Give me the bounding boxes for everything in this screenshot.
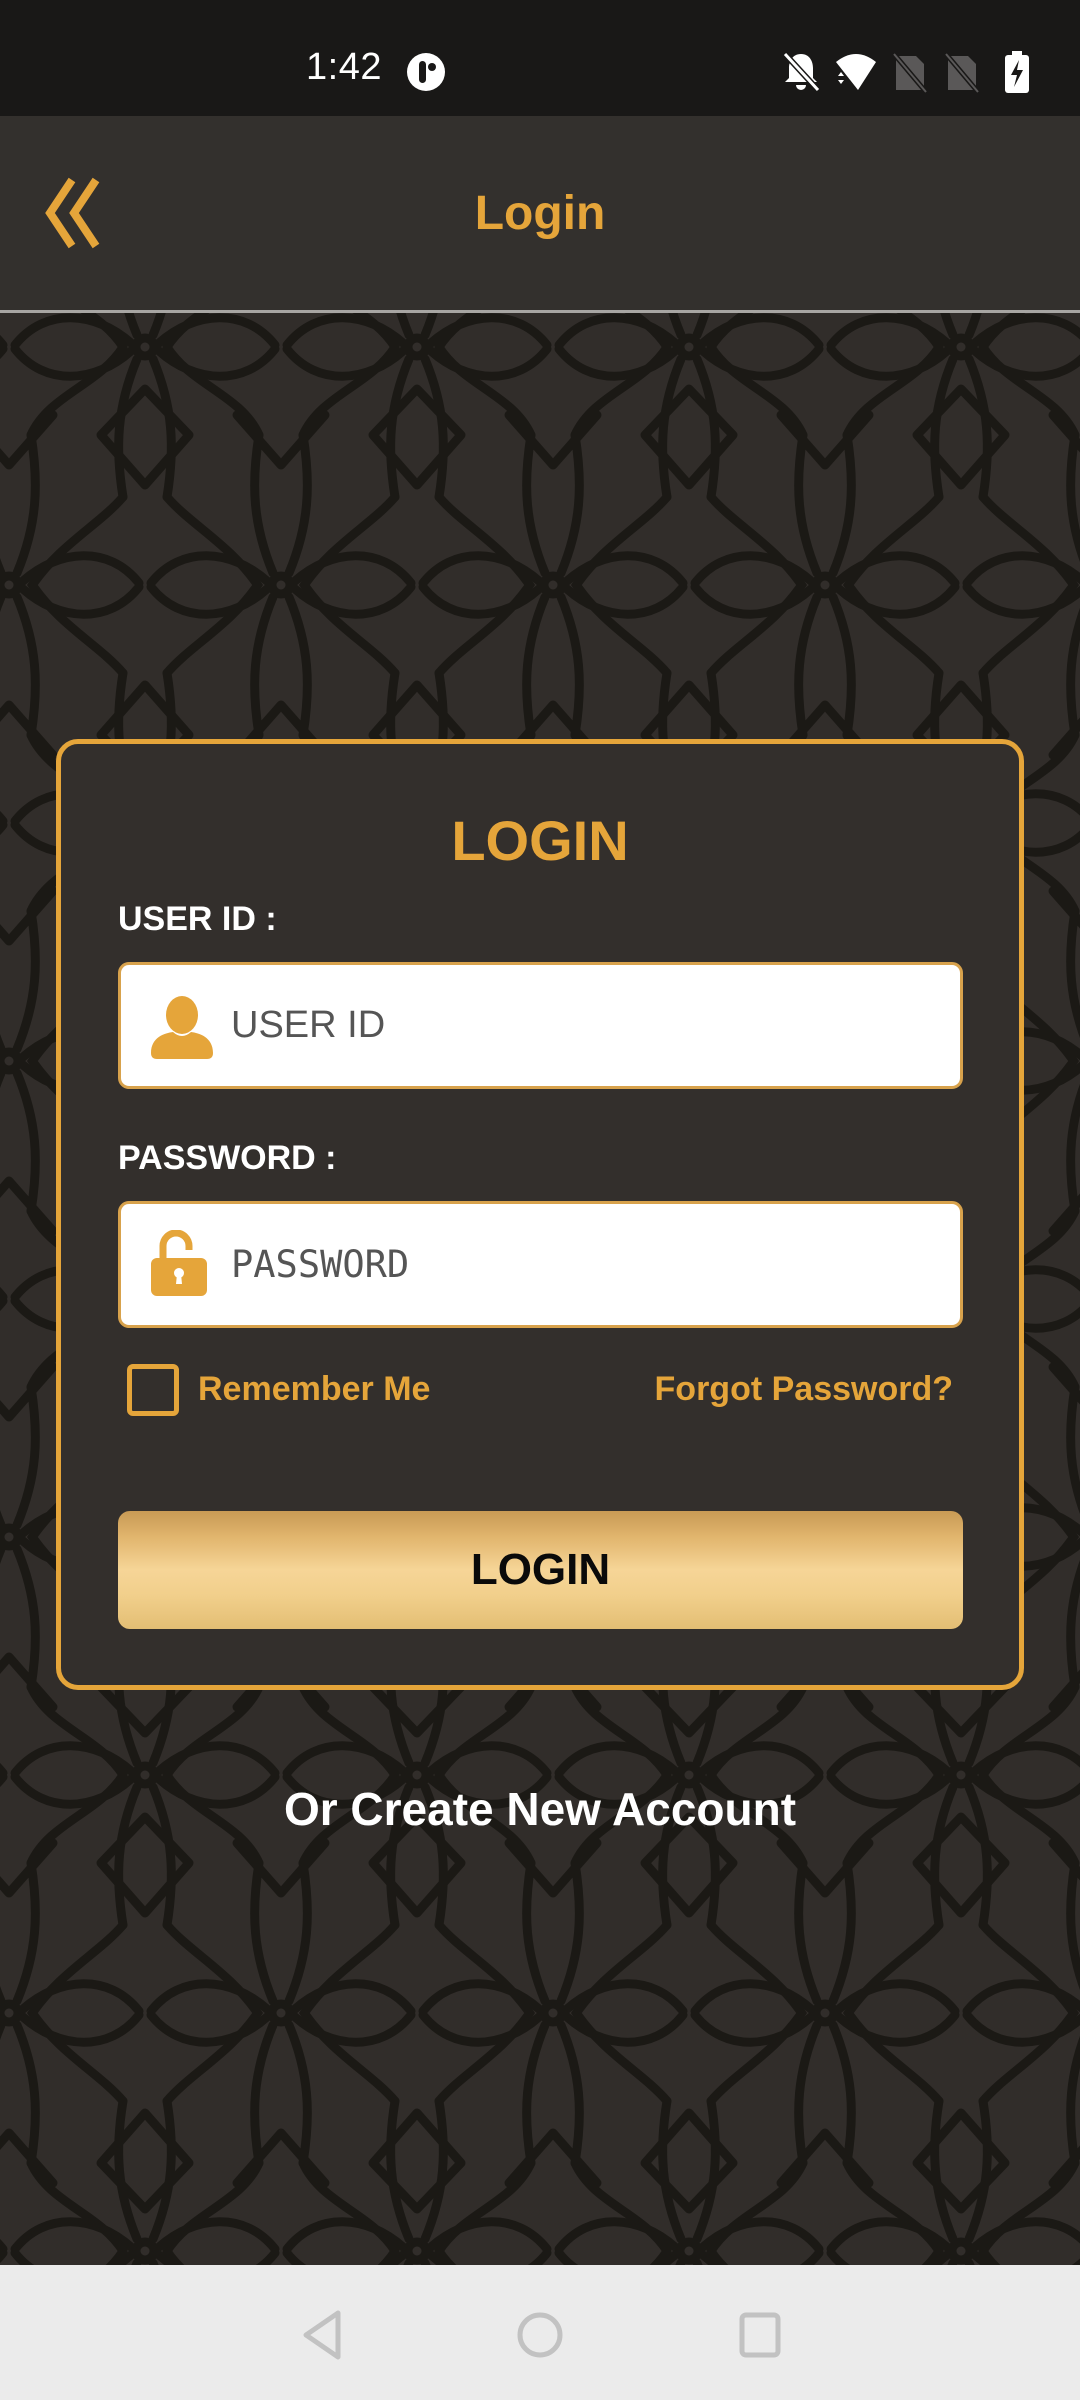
status-bar: 1:42 (0, 0, 1080, 116)
battery-charging-icon (1005, 51, 1029, 93)
forgot-password-link[interactable]: Forgot Password? (655, 1370, 953, 1409)
no-sim-icon (892, 52, 928, 94)
password-input[interactable] (231, 1204, 931, 1325)
user-id-field[interactable] (118, 962, 963, 1089)
login-card-title: LOGIN (451, 809, 629, 872)
remember-me-checkbox[interactable] (127, 1364, 179, 1416)
header-divider (0, 310, 1080, 313)
back-nav-icon[interactable] (292, 2305, 352, 2365)
system-nav-bar (0, 2265, 1080, 2400)
password-field[interactable] (118, 1201, 963, 1328)
unlock-icon (151, 1230, 207, 1296)
create-account-link[interactable]: Or Create New Account (0, 1782, 1080, 1836)
home-nav-icon[interactable] (510, 2305, 570, 2365)
app-notification-icon (407, 53, 445, 91)
status-icons (780, 50, 1080, 94)
remember-row: Remember Me Forgot Password? (118, 1362, 963, 1422)
status-time: 1:42 (306, 46, 382, 88)
user-icon (151, 996, 213, 1059)
login-button[interactable]: LOGIN (118, 1511, 963, 1629)
no-sim-icon (944, 52, 980, 94)
remember-me-label[interactable]: Remember Me (198, 1370, 430, 1409)
user-id-label: USER ID : (118, 900, 277, 938)
password-label: PASSWORD : (118, 1139, 337, 1177)
wifi-icon (836, 54, 876, 90)
page-title: Login (474, 187, 606, 240)
user-id-input[interactable] (231, 965, 931, 1086)
recents-nav-icon[interactable] (730, 2305, 790, 2365)
bell-off-icon (782, 51, 821, 93)
